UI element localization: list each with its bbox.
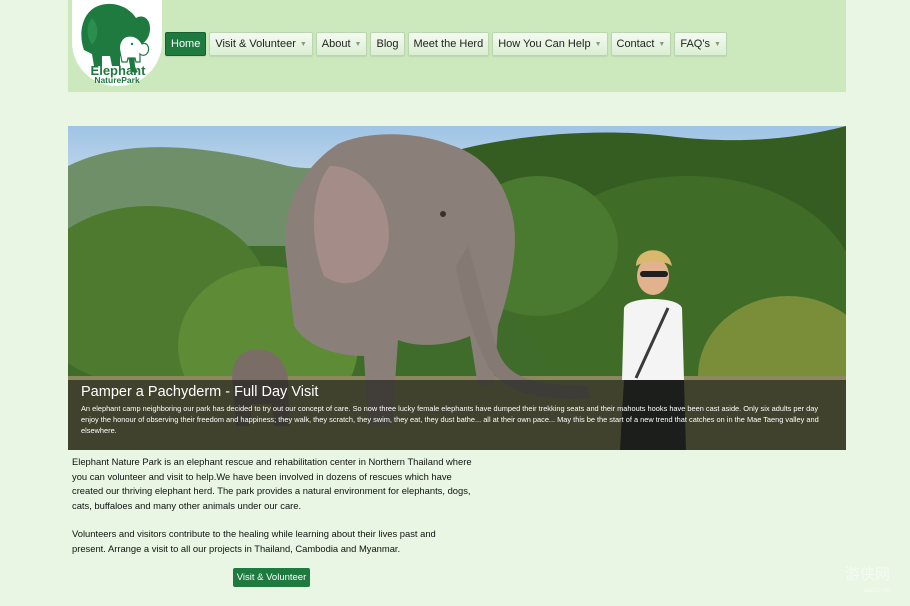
- chevron-down-icon: ▼: [594, 40, 602, 48]
- intro-content: Elephant Nature Park is an elephant resc…: [72, 455, 472, 570]
- intro-paragraph-2: Volunteers and visitors contribute to th…: [72, 528, 436, 554]
- nav-label: Visit & Volunteer: [215, 38, 296, 50]
- chevron-down-icon: ▼: [299, 40, 307, 48]
- hero-slideshow[interactable]: Pamper a Pachyderm - Full Day Visit An e…: [68, 126, 846, 450]
- visit-volunteer-button[interactable]: Visit & Volunteer: [233, 568, 310, 587]
- intro-paragraph-1: Elephant Nature Park is an elephant resc…: [72, 456, 472, 511]
- nav-meet-the-herd[interactable]: Meet the Herd: [407, 32, 490, 56]
- site-header: Elephant NaturePark Home Visit & Volunte…: [68, 0, 846, 92]
- chevron-down-icon: ▼: [658, 40, 666, 48]
- elephant-logo-icon: Elephant NaturePark: [81, 3, 150, 85]
- main-nav: Home Visit & Volunteer ▼ About ▼ Blog Meet…: [165, 32, 727, 56]
- nav-about[interactable]: About ▼: [315, 32, 368, 56]
- hero-caption: Pamper a Pachyderm - Full Day Visit An e…: [68, 380, 846, 450]
- nav-home[interactable]: Home: [165, 32, 207, 56]
- logo-line-2: NaturePark: [94, 75, 140, 85]
- nav-label: How You Can Help: [498, 38, 591, 50]
- chevron-down-icon: ▼: [713, 40, 721, 48]
- nav-label: Blog: [376, 38, 399, 50]
- hero-description: An elephant camp neighboring our park ha…: [81, 404, 819, 435]
- nav-label: Meet the Herd: [413, 38, 484, 50]
- watermark-logo: 游侠网 ali213.net: [804, 562, 904, 602]
- nav-blog[interactable]: Blog: [370, 32, 405, 56]
- nav-label: Home: [171, 38, 201, 50]
- nav-label: Contact: [616, 38, 655, 50]
- nav-label: About: [321, 38, 351, 50]
- nav-how-you-can-help[interactable]: How You Can Help ▼: [492, 32, 608, 56]
- site-logo[interactable]: Elephant NaturePark: [72, 0, 162, 86]
- watermark-subtext: ali213.net: [863, 588, 890, 594]
- nav-contact[interactable]: Contact ▼: [610, 32, 672, 56]
- nav-faqs[interactable]: FAQ's ▼: [674, 32, 727, 56]
- hero-title[interactable]: Pamper a Pachyderm - Full Day Visit: [81, 384, 834, 400]
- nav-label: FAQ's: [680, 38, 710, 50]
- chevron-down-icon: ▼: [354, 40, 362, 48]
- nav-visit-volunteer[interactable]: Visit & Volunteer ▼: [209, 32, 313, 56]
- watermark-text: 游侠网: [844, 565, 890, 583]
